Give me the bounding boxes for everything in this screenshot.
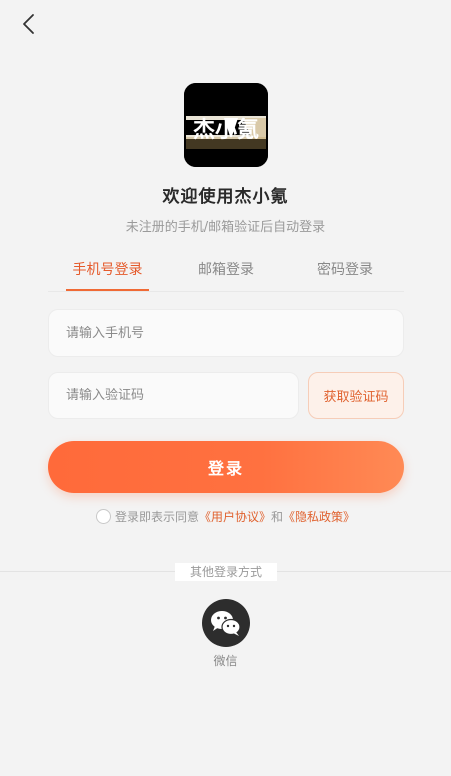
- agree-checkbox[interactable]: [95, 508, 111, 524]
- tab-password-login[interactable]: 密码登录: [310, 258, 380, 292]
- get-code-button[interactable]: 获取验证码: [308, 372, 404, 419]
- tab-email-login[interactable]: 邮箱登录: [191, 258, 261, 292]
- subtitle: 未注册的手机/邮箱验证后自动登录: [125, 220, 326, 235]
- login-button[interactable]: 登录: [48, 441, 404, 493]
- back-button[interactable]: [16, 10, 42, 38]
- phone-field: [48, 309, 404, 357]
- chevron-left-icon: [23, 14, 34, 34]
- code-input[interactable]: [66, 388, 281, 403]
- code-field: [48, 372, 299, 419]
- phone-input[interactable]: [66, 325, 386, 341]
- app-logo: 杰小氪: [184, 83, 268, 167]
- logo-text: 杰小氪: [193, 117, 259, 143]
- other-login-label: 其他登录方式: [175, 563, 277, 581]
- logo-mark: 杰小氪: [184, 83, 268, 167]
- active-tab-indicator: [66, 289, 149, 291]
- wechat-icon: [211, 611, 241, 636]
- wechat-label: 微信: [213, 654, 238, 668]
- tab-phone-login[interactable]: 手机号登录: [66, 258, 149, 292]
- login-page: 杰小氪 欢迎使用杰小氪 未注册的手机/邮箱验证后自动登录 手机号登录 邮箱登录 …: [0, 0, 451, 776]
- agreement-and: 和: [271, 509, 284, 524]
- welcome-title: 欢迎使用杰小氪: [162, 187, 289, 207]
- privacy-policy-link[interactable]: 《隐私政策》: [283, 508, 355, 525]
- wechat-login-button[interactable]: [202, 599, 250, 647]
- agreement-row: 登录即表示同意 《用户协议》 和 《隐私政策》: [0, 507, 451, 525]
- login-tabs: 手机号登录 邮箱登录 密码登录: [48, 258, 404, 292]
- agreement-prefix: 登录即表示同意: [114, 509, 199, 524]
- user-agreement-link[interactable]: 《用户协议》: [199, 508, 271, 525]
